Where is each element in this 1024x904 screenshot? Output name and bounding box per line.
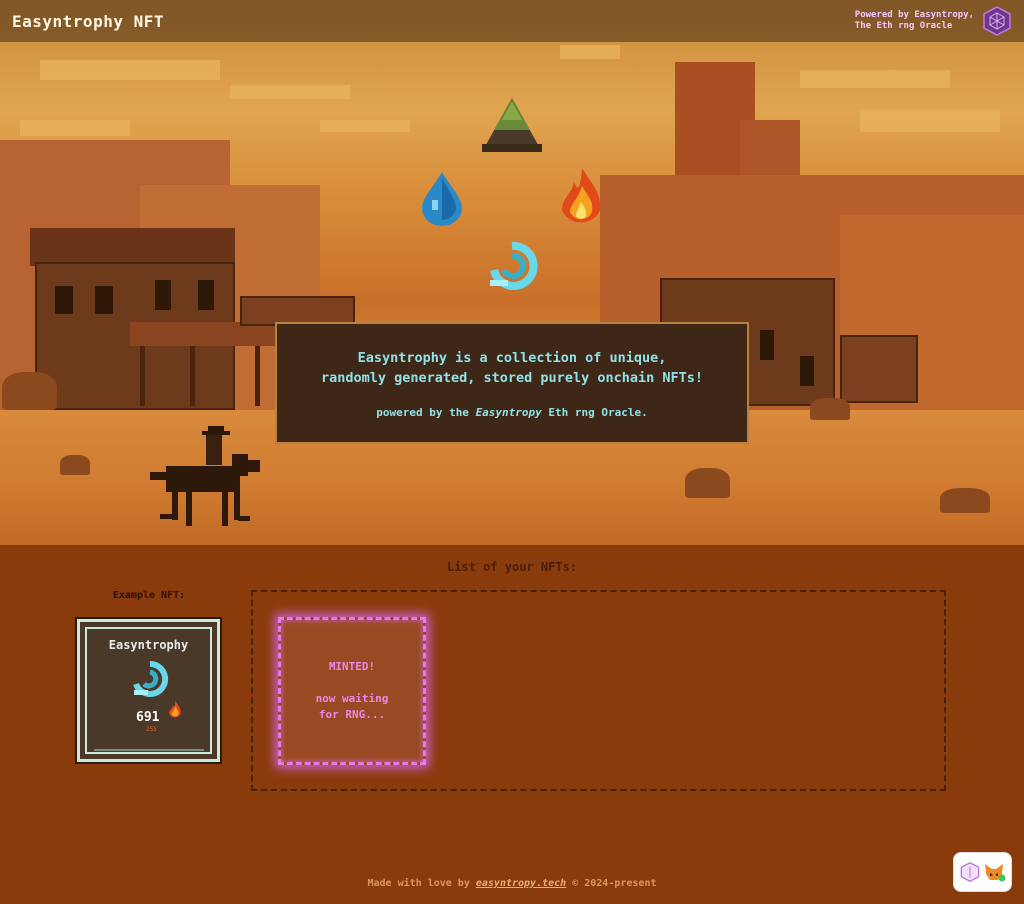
top-bar: Easyntrophy NFT Powered by Easyntropy, T…: [0, 0, 1024, 42]
intro-panel: Easyntrophy is a collection of unique, r…: [275, 322, 749, 444]
powered-by-link[interactable]: Powered by Easyntropy, The Eth rng Oracl…: [855, 6, 1012, 36]
example-nft-small-value: 255: [146, 726, 157, 733]
intro-powered-prefix: powered by the: [376, 405, 476, 419]
earth-icon: [482, 98, 542, 152]
fire-icon: [169, 700, 181, 718]
nft-section: List of your NFTs: Example NFT: Easyntro…: [0, 545, 1024, 904]
example-nft-card[interactable]: Easyntrophy 691 255: [75, 617, 222, 764]
example-nft-label: Example NFT:: [112, 590, 186, 601]
minted-waiting-text: now waiting for RNG...: [316, 691, 389, 723]
intro-powered-suffix: Eth rng Oracle.: [541, 405, 648, 419]
footer-prefix: Made with love by: [367, 878, 476, 889]
minted-wait-line-1: now waiting: [315, 691, 389, 705]
hero-banner: Easyntrophy is a collection of unique, r…: [0, 0, 1024, 545]
wallet-connect-button[interactable]: [953, 852, 1012, 892]
intro-powered-oracle-name: Easyntropy: [475, 405, 542, 419]
brand-title[interactable]: Easyntrophy NFT: [12, 12, 164, 31]
hex-cube-logo-icon: [960, 862, 980, 882]
cowboy-rider-icon: [150, 426, 260, 526]
hex-cube-logo-icon: [983, 6, 1011, 36]
powered-line-2: The Eth rng Oracle: [854, 21, 953, 31]
minted-nft-card[interactable]: MINTED! now waiting for RNG...: [278, 617, 426, 765]
example-nft-name: Easyntrophy: [108, 638, 189, 652]
intro-powered-by: powered by the Easyntropy Eth rng Oracle…: [376, 406, 648, 419]
air-icon: [490, 241, 538, 290]
nft-list-title: List of your NFTs:: [446, 560, 578, 574]
footer-suffix: © 2024-present: [566, 878, 657, 889]
example-nft-number: 691: [136, 710, 160, 725]
footer: Made with love by easyntropy.tech © 2024…: [0, 878, 1024, 889]
intro-line-1: Easyntrophy is a collection of unique,: [357, 349, 667, 366]
footer-link[interactable]: easyntropy.tech: [476, 878, 566, 889]
minted-title: MINTED!: [328, 659, 376, 673]
powered-line-1: Powered by Easyntropy,: [854, 10, 974, 20]
powered-by-text: Powered by Easyntropy, The Eth rng Oracl…: [855, 10, 974, 32]
water-icon: [422, 172, 462, 226]
intro-line-2: randomly generated, stored purely onchai…: [320, 369, 703, 386]
minted-wait-line-2: for RNG...: [318, 707, 386, 721]
air-icon: [133, 660, 169, 697]
fire-icon: [562, 168, 601, 223]
metamask-fox-icon: [985, 864, 1005, 882]
